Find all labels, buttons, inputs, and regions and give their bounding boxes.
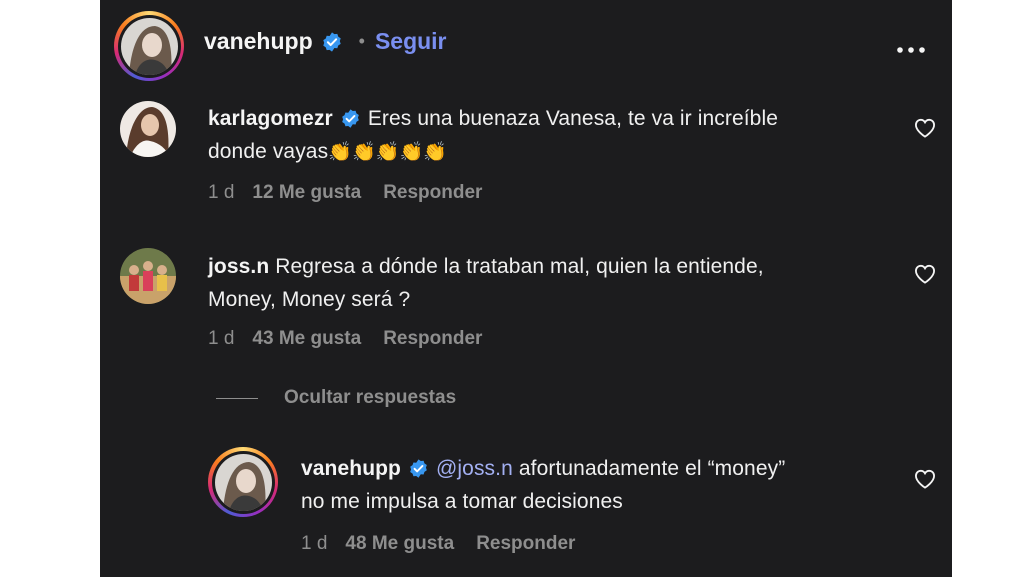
comment-username[interactable]: karlagomezr (208, 102, 333, 135)
hide-replies-toggle[interactable]: Ocultar respuestas (216, 387, 456, 409)
like-heart-icon[interactable] (914, 264, 936, 284)
reply-button[interactable]: Responder (383, 328, 482, 350)
reply-like-count[interactable]: 48 Me gusta (345, 533, 454, 555)
comment-timestamp: 1 d (208, 182, 235, 203)
reply-button[interactable]: Responder (476, 533, 575, 555)
comment-text-joss-n: joss.n Regresa a dónde la trataban mal, … (208, 250, 898, 316)
comment-meta: 1 d 43 Me gusta Responder (208, 328, 482, 350)
comment-body-line1: Eres una buenaza Vanesa, te va ir increí… (367, 107, 778, 130)
comment-avatar-karlagomezr[interactable] (120, 101, 176, 157)
verified-badge-icon (410, 459, 427, 478)
comment-timestamp: 1 d (208, 328, 235, 349)
like-heart-icon[interactable] (914, 469, 936, 489)
reply-timestamp: 1 d (301, 533, 328, 554)
hide-replies-line (216, 397, 258, 399)
comment-body-line2: Money, Money será ? (208, 288, 411, 311)
more-options-icon[interactable] (896, 41, 926, 53)
post-author-avatar[interactable] (114, 11, 184, 81)
hide-replies-label: Ocultar respuestas (284, 387, 457, 408)
comment-text-karlagomezr: karlagomezr Eres una buenaza Vanesa, te … (208, 102, 898, 169)
comment-like-count[interactable]: 43 Me gusta (252, 328, 361, 350)
like-heart-icon[interactable] (914, 118, 936, 138)
verified-badge-icon (342, 109, 359, 128)
mention-link[interactable]: @joss.n (436, 452, 513, 485)
comment-like-count[interactable]: 12 Me gusta (252, 182, 361, 204)
comment-avatar-joss-n[interactable] (120, 248, 176, 304)
reply-username[interactable]: vanehupp (301, 452, 401, 485)
clapping-hands-emoji: 👏👏👏👏👏 (328, 142, 447, 163)
reply-text: vanehupp @joss.n afortunadamente el “mon… (301, 452, 901, 518)
comment-body-line1: Regresa a dónde la trataban mal, quien l… (275, 255, 764, 278)
comment-meta: 1 d 12 Me gusta Responder (208, 182, 482, 204)
avatar-photo (214, 453, 272, 511)
comment-body-line2: donde vayas (208, 140, 329, 163)
comment-username[interactable]: joss.n (208, 255, 269, 278)
comments-panel: vanehupp • Seguir karlagomezr Eres una b… (100, 0, 952, 577)
reply-body-line1: afortunadamente el “money” (518, 457, 786, 480)
avatar-photo (120, 17, 178, 75)
verified-badge-icon (322, 31, 341, 52)
post-author-username[interactable]: vanehupp (204, 28, 313, 55)
header-separator: • (358, 31, 365, 51)
reply-author-avatar[interactable] (208, 447, 278, 517)
reply-body-line2: no me impulsa a tomar decisiones (301, 490, 623, 513)
post-header: vanehupp • Seguir (204, 28, 447, 55)
reply-meta: 1 d 48 Me gusta Responder (301, 533, 575, 555)
follow-button[interactable]: Seguir (375, 28, 447, 55)
reply-button[interactable]: Responder (383, 182, 482, 204)
